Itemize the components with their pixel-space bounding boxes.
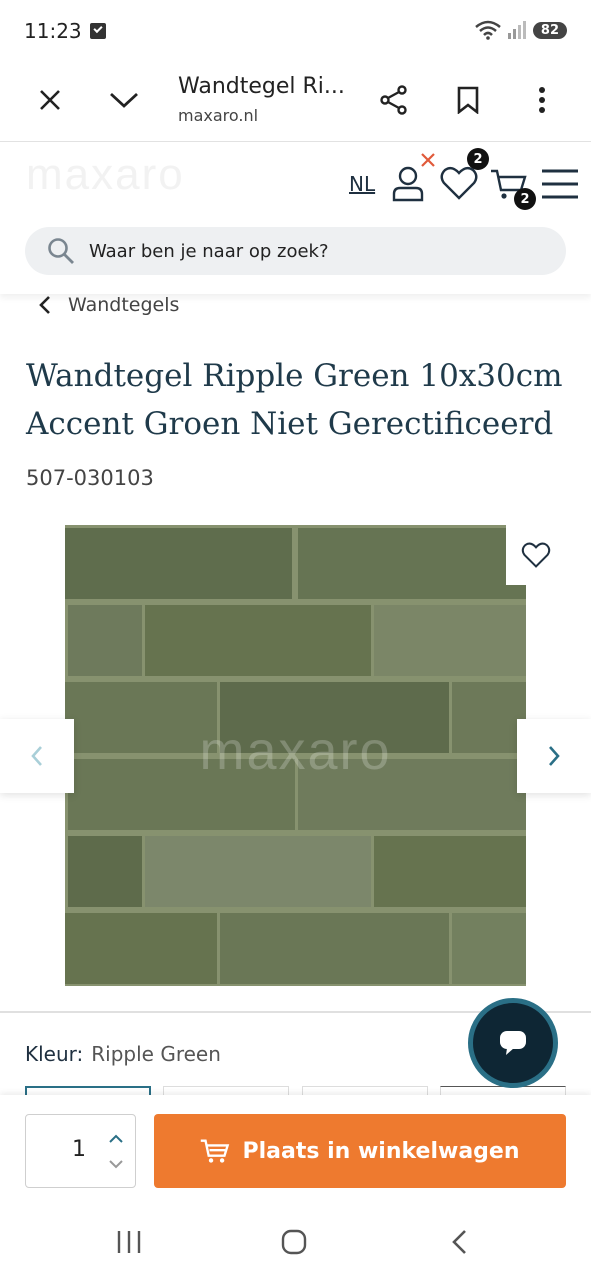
search-icon bbox=[48, 238, 74, 264]
chevron-left-icon bbox=[31, 746, 42, 766]
search-input[interactable]: Waar ben je naar op zoek? bbox=[25, 227, 566, 275]
quantity-value[interactable]: 1 bbox=[72, 1137, 86, 1162]
color-value: Ripple Green bbox=[91, 1042, 221, 1066]
chevron-down-icon[interactable] bbox=[104, 80, 144, 120]
signal-icon bbox=[507, 21, 526, 39]
chat-bubble-icon bbox=[500, 1031, 526, 1055]
share-icon[interactable] bbox=[374, 80, 414, 120]
color-selection: Kleur: Ripple Green bbox=[25, 1042, 221, 1066]
wifi-icon bbox=[475, 20, 501, 40]
close-icon[interactable] bbox=[30, 80, 70, 120]
site-header: maxaro NL 2 2 Waar ben je naar op zoek? bbox=[0, 142, 591, 294]
logged-out-x-icon bbox=[420, 152, 436, 172]
color-label: Kleur: bbox=[25, 1042, 84, 1066]
add-to-cart-label: Plaats in winkelwagen bbox=[242, 1138, 520, 1164]
bookmark-icon[interactable] bbox=[448, 80, 488, 120]
cart-count-badge: 2 bbox=[514, 188, 536, 210]
heart-icon bbox=[521, 542, 551, 568]
recent-apps-icon[interactable] bbox=[116, 1229, 142, 1259]
add-to-cart-button[interactable]: Plaats in winkelwagen bbox=[154, 1114, 566, 1188]
site-logo[interactable]: maxaro bbox=[26, 150, 185, 200]
quantity-stepper[interactable]: 1 bbox=[25, 1114, 136, 1188]
browser-url[interactable]: maxaro.nl bbox=[178, 106, 258, 125]
chevron-right-icon bbox=[549, 746, 560, 766]
notification-check-icon bbox=[89, 23, 106, 39]
add-to-wishlist-button[interactable] bbox=[506, 525, 566, 585]
hamburger-menu-icon[interactable] bbox=[542, 168, 578, 204]
system-nav-bar bbox=[0, 1207, 591, 1280]
wishlist-icon[interactable] bbox=[440, 166, 478, 204]
status-bar: 11:23 82 bbox=[0, 0, 591, 62]
account-icon[interactable] bbox=[391, 166, 425, 206]
browser-page-title[interactable]: Wandtegel Ri... bbox=[178, 74, 345, 99]
quantity-increase-icon[interactable] bbox=[106, 1129, 126, 1147]
status-time: 11:23 bbox=[24, 19, 82, 43]
browser-toolbar: Wandtegel Ri... maxaro.nl bbox=[0, 62, 591, 142]
breadcrumb-label[interactable]: Wandtegels bbox=[68, 294, 179, 316]
image-watermark: maxaro bbox=[199, 721, 392, 781]
next-image-button[interactable] bbox=[517, 719, 591, 793]
chevron-left-icon bbox=[39, 296, 50, 314]
breadcrumb[interactable]: Wandtegels bbox=[38, 292, 179, 318]
prev-image-button[interactable] bbox=[0, 719, 74, 793]
product-sku: 507-030103 bbox=[26, 466, 154, 490]
product-image[interactable]: maxaro bbox=[65, 525, 526, 986]
home-icon[interactable] bbox=[281, 1229, 307, 1259]
more-vertical-icon[interactable] bbox=[522, 80, 562, 120]
language-switch[interactable]: NL bbox=[349, 172, 375, 196]
cart-icon bbox=[201, 1139, 230, 1163]
search-placeholder: Waar ben je naar op zoek? bbox=[89, 240, 329, 262]
wishlist-count-badge: 2 bbox=[467, 148, 489, 170]
back-icon[interactable] bbox=[450, 1229, 468, 1259]
battery-indicator: 82 bbox=[532, 21, 567, 39]
product-title: Wandtegel Ripple Green 10x30cm Accent Gr… bbox=[26, 358, 563, 442]
chat-button[interactable] bbox=[468, 998, 558, 1088]
add-to-cart-bar: 1 Plaats in winkelwagen bbox=[0, 1095, 591, 1207]
status-icons: 82 bbox=[475, 20, 567, 40]
quantity-decrease-icon[interactable] bbox=[106, 1155, 126, 1173]
